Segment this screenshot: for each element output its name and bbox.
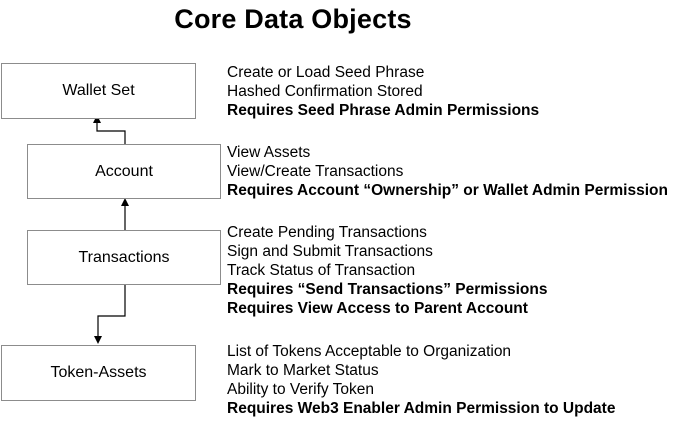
account-label: Account — [95, 162, 153, 180]
wallet-set-description: Create or Load Seed Phrase Hashed Confir… — [227, 63, 539, 120]
wallet-set-box: Wallet Set — [1, 63, 196, 119]
description-line: Ability to Verify Token — [227, 381, 375, 398]
requirement-line: Requires Seed Phrase Admin Permissions — [227, 102, 540, 119]
transactions-label: Transactions — [78, 248, 170, 266]
description-line: Create or Load Seed Phrase — [227, 64, 425, 81]
description-line: Hashed Confirmation Stored — [227, 83, 423, 100]
description-line: Mark to Market Status — [227, 362, 379, 379]
arrow-account-to-wallet-set — [93, 115, 126, 144]
token-assets-label: Token-Assets — [50, 364, 147, 381]
account-description: View Assets View/Create Transactions Req… — [227, 143, 668, 200]
token-assets-description: List of Tokens Acceptable to Organizatio… — [227, 342, 615, 418]
description-line: View/Create Transactions — [227, 163, 404, 180]
description-line: List of Tokens Acceptable to Organizatio… — [227, 343, 512, 360]
requirement-line: Requires View Access to Parent Account — [227, 300, 528, 317]
requirement-line: Requires “Send Transactions” Permissions — [227, 281, 548, 298]
requirement-line: Requires Web3 Enabler Admin Permission t… — [227, 400, 616, 417]
description-line: Sign and Submit Transactions — [227, 243, 433, 260]
arrow-transactions-to-token-assets — [94, 285, 126, 344]
description-line: Create Pending Transactions — [227, 224, 427, 241]
requirement-line: Requires Account “Ownership” or Wallet A… — [227, 182, 668, 199]
transactions-box: Transactions — [27, 230, 221, 285]
description-line: Track Status of Transaction — [227, 262, 416, 279]
token-assets-box: Token-Assets — [1, 345, 196, 401]
account-box: Account — [27, 144, 221, 199]
transactions-description: Create Pending Transactions Sign and Sub… — [227, 223, 547, 318]
wallet-set-label: Wallet Set — [62, 82, 135, 99]
description-line: View Assets — [227, 144, 311, 161]
